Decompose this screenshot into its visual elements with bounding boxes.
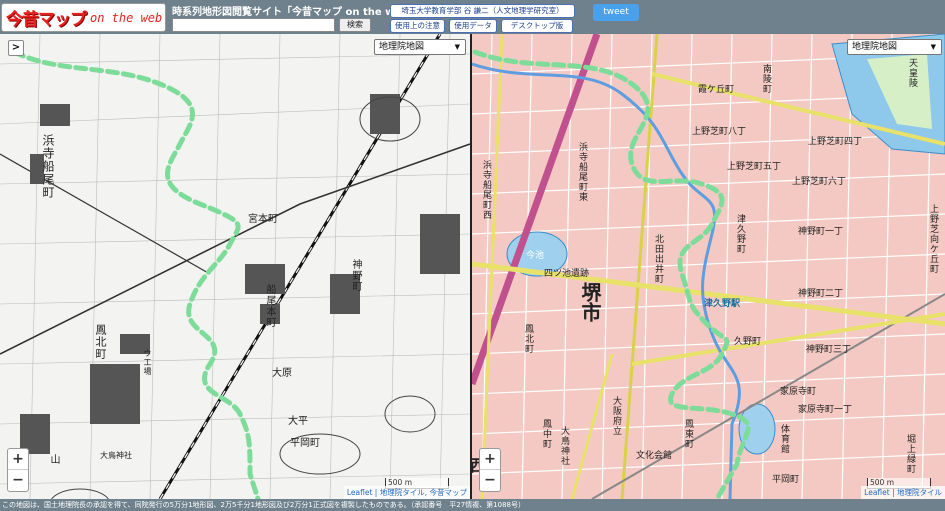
author-link[interactable]: 埼玉大学教育学部 谷 謙二（人文地理学研究室） [390,4,575,18]
map-label-hiraoka: 平岡町 [772,475,800,485]
map-label-kuno: 久野町 [734,337,762,347]
right-layer-select[interactable]: 地理院地図 ▼ [847,39,942,55]
map-label-hamadera-west: 浜寺船尾町西 [481,160,491,220]
tweet-button[interactable]: tweet [593,4,639,21]
map-label-bunka-kaikan: 文化会館 [636,451,673,461]
map-label-sakai-city: 堺市 [578,282,602,322]
map-label-hiramachi: 平岡町 [290,438,320,449]
left-map-old-topographic[interactable]: > 地理院地図 ▼ 浜寺船尾町 宮本町 船尾本町 神野町 大原 大平 平岡町 鳳… [0,34,470,499]
usage-notice-link[interactable]: 使用上の注意 [390,19,445,33]
map-label-kitamachi: 北田出井町 [653,234,663,284]
map-label-jinno-3: 神野町三丁 [806,345,852,355]
map-label-ueno-6: 上野芝町六丁 [792,177,847,187]
map-label-miyamoto: 宮本町 [248,214,278,225]
right-layer-select-value: 地理院地図 [852,42,898,52]
map-label-otori-shrine: 大鳥神社 [100,451,132,460]
right-zoom-in-button[interactable]: + [480,449,500,470]
map-label-funao: 船尾本町 [264,284,275,328]
map-label-ueno-4: 上野芝町四丁 [808,137,863,147]
map-label-minamiryo: 南陵町 [761,64,771,94]
map-label-tsukuno: 津久野町 [735,214,745,254]
left-zoom-out-button[interactable]: − [8,470,28,491]
map-label-horikami: 堀上緑町 [905,434,915,474]
map-label-tsukuno-station: 津久野駅 [704,299,741,309]
map-label-ohama: 鳳北町 [523,324,533,354]
sync-toggle-button[interactable]: > [8,40,24,56]
map-label-ueno-5: 上野芝町五丁 [727,162,782,172]
left-map-graphics [0,34,470,499]
footer-copyright: この地図は、国土地理院長の承認を得て、同院発行の5万分1地形図、2万5千分1地形… [0,499,945,511]
map-label-jinno-1: 神野町一丁 [798,227,844,237]
map-label-otori-naka: 鳳中町 [541,419,551,449]
logo-sub-text: on the web [90,10,163,25]
map-label-kasumigaoka: 霞ケ丘町 [698,85,735,95]
right-zoom-out-button[interactable]: − [480,470,500,491]
map-label-ueno-8: 上野芝町八丁 [692,127,747,137]
left-layer-select-value: 地理院地図 [379,42,425,52]
left-attribution[interactable]: Leaflet | 地理院タイル, 今昔マップ [343,486,470,499]
right-attribution[interactable]: Leaflet | 地理院タイル [861,486,945,499]
left-zoom-in-button[interactable]: + [8,449,28,470]
map-label-ohara: 大原 [272,368,292,379]
site-logo[interactable]: 今昔マップ on the web [1,3,166,32]
map-label-osaka-pref: 大阪府立 [611,396,621,436]
left-zoom-control: + − [7,448,29,492]
map-label-tennoryo: 天皇陵 [907,58,917,88]
map-label-kadohara-1: 家原寺町一丁 [798,405,853,415]
map-label-otori-east: 鳳東町 [683,419,693,449]
app-root: 今昔マップ on the web 時系列地形図閲覧サイト「今昔マップ on th… [0,0,945,511]
map-label-yamato: 山 [48,454,59,465]
chevron-down-icon: ▼ [454,43,460,51]
right-map-modern[interactable]: 地理院地図 ▼ 堺市 今池 四ツ池遺跡 天皇陵 霞ケ丘町 南陵町 上野芝町八丁 … [472,34,945,499]
site-title: 時系列地形図閲覧サイト「今昔マップ on the web」 [172,7,419,18]
chevron-down-icon: ▼ [930,43,936,51]
map-label-takakita: 鳳北町 [94,324,107,360]
map-label-taihei: 大平 [288,416,308,427]
map-label-hamadera: 浜寺船尾町 [41,134,55,199]
map-label-hamadera-east: 浜寺船尾町東 [577,142,587,202]
map-label-imaike: 今池 [526,251,545,261]
search-input[interactable] [172,18,335,32]
map-label-taiikukan: 体育館 [779,424,789,454]
header-bar: 今昔マップ on the web 時系列地形図閲覧サイト「今昔マップ on th… [0,0,945,33]
map-label-jinno-2: 神野町二丁 [798,289,844,299]
map-label-factory: ウ工場 [143,349,152,376]
left-layer-select[interactable]: 地理院地図 ▼ [374,39,466,55]
desktop-version-link[interactable]: デスクトップ版 [501,19,573,33]
search-button[interactable]: 検索 [339,18,371,32]
map-label-otori-shrine-right: 大鳥神社 [559,426,569,466]
logo-main-text: 今昔マップ [6,10,87,30]
map-label-shijo-ruins: 四ツ池遺跡 [544,269,590,279]
usage-data-link[interactable]: 使用データ [449,19,497,33]
right-zoom-control: + − [479,448,501,492]
map-label-ueno-mukougaoka: 上野芝向ケ丘町 [928,204,938,274]
map-label-jinno: 神野町 [350,259,361,292]
map-label-kadohara: 家原寺町 [780,387,817,397]
